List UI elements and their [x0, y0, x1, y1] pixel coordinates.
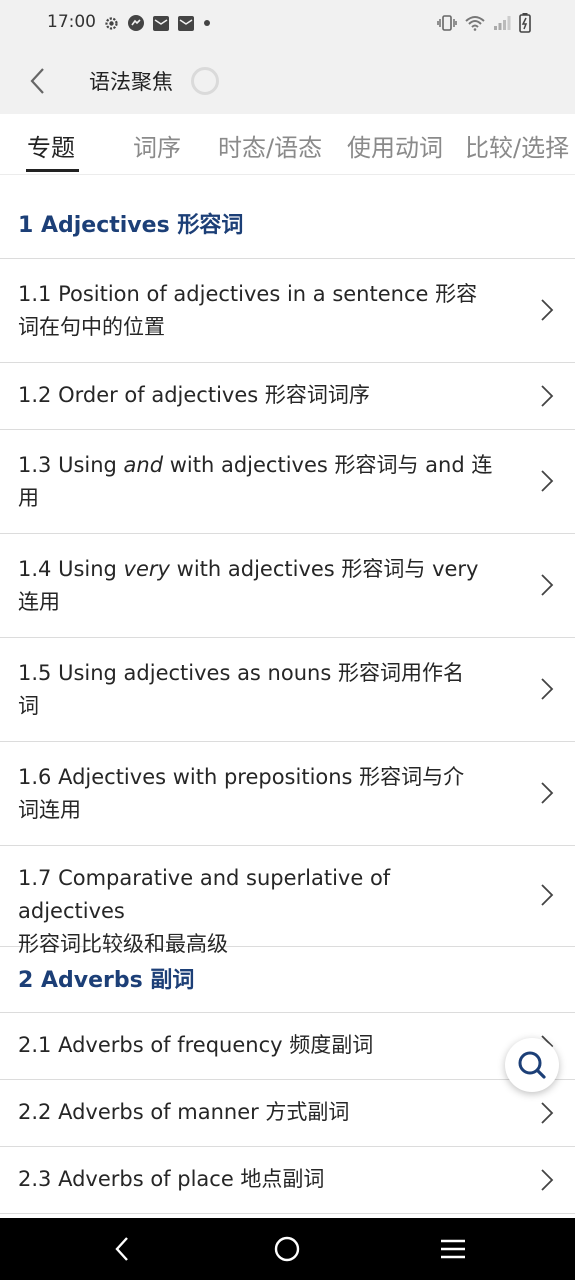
list-item[interactable]: 1.6 Adjectives with prepositions 形容词与介 词连…: [0, 742, 575, 846]
tab-topics[interactable]: 专题: [27, 128, 75, 163]
nav-recents-button[interactable]: [436, 1232, 470, 1266]
chevron-right-icon: [541, 782, 554, 804]
tab-word-order[interactable]: 词序: [133, 128, 181, 163]
signal-icon: [494, 16, 511, 30]
chevron-right-icon: [541, 470, 554, 492]
list-item-label: 1.6 Adjectives with prepositions 形容词与介 词连…: [18, 765, 465, 822]
chevron-right-icon: [541, 678, 554, 700]
chevron-right-icon: [541, 1169, 554, 1191]
list-item[interactable]: 2.3 Adverbs of place 地点副词: [0, 1147, 575, 1214]
list-item[interactable]: 1.7 Comparative and superlative of adjec…: [0, 846, 575, 956]
mail-icon: [153, 15, 169, 31]
chevron-left-icon: [30, 68, 44, 94]
tab-bar: 专题 词序 时态/语态 使用动词 比较/选择: [0, 114, 575, 175]
search-icon: [518, 1051, 546, 1079]
chevron-right-icon: [541, 385, 554, 407]
chevron-right-icon: [541, 299, 554, 321]
section-title: 1 Adjectives 形容词: [18, 213, 244, 238]
tab-using-verbs[interactable]: 使用动词: [347, 128, 443, 163]
back-button[interactable]: [22, 64, 52, 98]
nav-back-icon: [115, 1237, 128, 1261]
system-icons: [437, 13, 531, 33]
dot-icon: [204, 20, 210, 26]
chevron-right-icon: [541, 884, 554, 906]
mail-icon: [178, 15, 194, 31]
chevron-right-icon: [541, 1102, 554, 1124]
battery-icon: [519, 13, 531, 33]
nav-home-icon: [274, 1236, 300, 1262]
tab-comparison[interactable]: 比较/选择: [465, 128, 569, 163]
list-item-label: 1.1 Position of adjectives in a sentence…: [18, 282, 478, 339]
app-bar: 语法聚焦: [0, 48, 575, 114]
list-item-label: 1.4 Using very with adjectives 形容词与 very…: [18, 557, 479, 614]
loading-spinner-icon: [191, 67, 219, 95]
section-header: 1 Adjectives 形容词: [0, 174, 575, 259]
list-item[interactable]: 1.3 Using and with adjectives 形容词与 and 连…: [0, 430, 575, 534]
list-item-label: 1.2 Order of adjectives 形容词词序: [18, 383, 370, 407]
active-tab-indicator: [26, 169, 79, 172]
list-item-label: 2.1 Adverbs of frequency 频度副词: [18, 1033, 374, 1057]
vibrate-icon: [437, 15, 457, 31]
list-item[interactable]: 1.2 Order of adjectives 形容词词序: [0, 363, 575, 430]
notification-icons: [103, 14, 212, 32]
list-item[interactable]: 2.2 Adverbs of manner 方式副词: [0, 1080, 575, 1147]
status-time: 17:00: [47, 12, 96, 32]
list-item-label: 2.3 Adverbs of place 地点副词: [18, 1167, 325, 1191]
list-item-label: 2.2 Adverbs of manner 方式副词: [18, 1100, 350, 1124]
section-title: 2 Adverbs 副词: [18, 968, 195, 993]
search-button[interactable]: [505, 1038, 559, 1092]
list-item[interactable]: 1.1 Position of adjectives in a sentence…: [0, 259, 575, 363]
list-item[interactable]: 1.4 Using very with adjectives 形容词与 very…: [0, 534, 575, 638]
nav-menu-icon: [441, 1239, 465, 1259]
system-nav-bar: [0, 1218, 575, 1280]
page-title: 语法聚焦: [89, 70, 173, 94]
list-item-label: 1.5 Using adjectives as nouns 形容词用作名词: [18, 661, 464, 718]
list-item-label: 1.3 Using and with adjectives 形容词与 and 连…: [18, 453, 493, 510]
nav-home-button[interactable]: [270, 1232, 304, 1266]
section-header: 2 Adverbs 副词: [0, 947, 575, 1013]
list-item[interactable]: 2.1 Adverbs of frequency 频度副词: [0, 1013, 575, 1080]
messenger-icon: [128, 15, 144, 31]
status-bar: 17:00: [0, 0, 575, 48]
list-item[interactable]: 1.5 Using adjectives as nouns 形容词用作名词: [0, 638, 575, 742]
tab-tense-voice[interactable]: 时态/语态: [218, 128, 322, 163]
wifi-icon: [465, 16, 485, 31]
chevron-right-icon: [541, 574, 554, 596]
topic-list: 1 Adjectives 形容词 1.1 Position of adjecti…: [0, 174, 575, 1214]
nav-back-button[interactable]: [105, 1232, 139, 1266]
gear-icon: [105, 16, 118, 30]
